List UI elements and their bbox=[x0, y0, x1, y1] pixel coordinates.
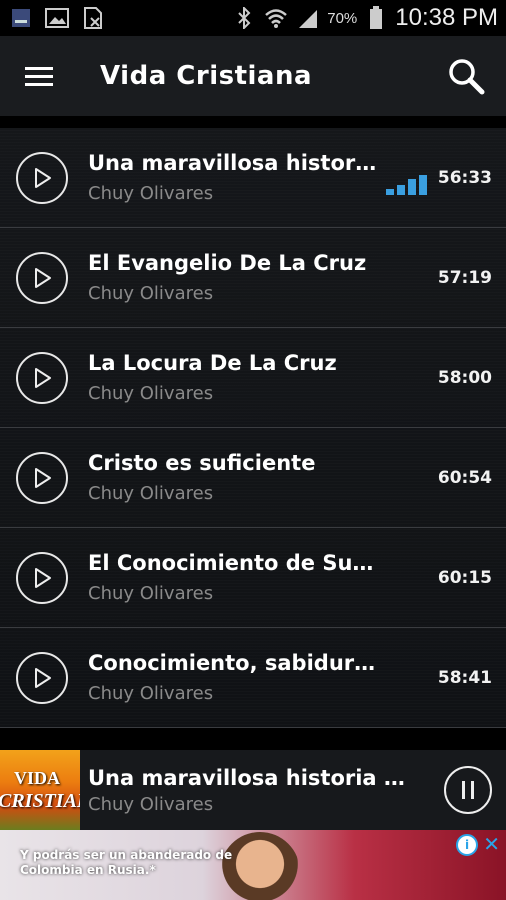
bluetooth-icon bbox=[231, 7, 257, 29]
album-art-subtitle: CRISTIANA bbox=[0, 790, 80, 812]
status-bar: 70% 10:38 PM bbox=[0, 0, 506, 36]
hamburger-menu-icon[interactable] bbox=[0, 36, 80, 116]
ad-text: Y podrás ser un abanderado de Colombia e… bbox=[20, 848, 233, 877]
ad-banner[interactable]: Y podrás ser un abanderado de Colombia e… bbox=[0, 830, 506, 900]
episode-row[interactable]: Conocimiento, sabiduria e… Chuy Olivares… bbox=[0, 628, 506, 728]
now-playing-equalizer-icon bbox=[386, 175, 427, 195]
episode-artist: Chuy Olivares bbox=[88, 583, 214, 604]
file-blocked-icon bbox=[80, 7, 106, 29]
episode-duration: 56:33 bbox=[437, 167, 492, 188]
episode-artist: Chuy Olivares bbox=[88, 483, 214, 504]
episode-title: Cristo es suficiente bbox=[88, 451, 316, 475]
episode-row[interactable]: Cristo es suficiente Chuy Olivares 60:54 bbox=[0, 428, 506, 528]
episode-title: El Evangelio De La Cruz bbox=[88, 251, 367, 275]
episode-list: Una maravillosa histor… Chuy Olivares 56… bbox=[0, 128, 506, 728]
album-art-title: VIDA bbox=[14, 768, 61, 788]
clock: 10:38 PM bbox=[395, 4, 498, 31]
episode-artist: Chuy Olivares bbox=[88, 183, 214, 204]
episode-title: Una maravillosa histor… bbox=[88, 151, 377, 175]
episode-row[interactable]: La Locura De La Cruz Chuy Olivares 58:00 bbox=[0, 328, 506, 428]
episode-duration: 58:41 bbox=[437, 667, 492, 688]
episode-title: La Locura De La Cruz bbox=[88, 351, 337, 375]
battery-icon bbox=[363, 6, 389, 29]
play-icon[interactable] bbox=[16, 251, 68, 304]
play-icon[interactable] bbox=[16, 451, 68, 504]
play-icon[interactable] bbox=[16, 151, 68, 204]
play-icon[interactable] bbox=[16, 551, 68, 604]
episode-duration: 58:00 bbox=[437, 367, 492, 388]
episode-title: Conocimiento, sabiduria e… bbox=[88, 651, 378, 675]
signal-icon bbox=[295, 7, 321, 29]
play-icon[interactable] bbox=[16, 351, 68, 404]
episode-artist: Chuy Olivares bbox=[88, 383, 214, 404]
now-playing-title: Una maravillosa historia de.. bbox=[88, 765, 418, 790]
search-icon[interactable] bbox=[426, 36, 506, 116]
app-bar: Vida Cristiana bbox=[0, 36, 506, 116]
episode-row[interactable]: El Conocimiento de Su… Chuy Olivares 60:… bbox=[0, 528, 506, 628]
episode-duration: 57:19 bbox=[437, 267, 492, 288]
episode-row[interactable]: El Evangelio De La Cruz Chuy Olivares 57… bbox=[0, 228, 506, 328]
episode-row[interactable]: Una maravillosa histor… Chuy Olivares 56… bbox=[0, 128, 506, 228]
mini-player[interactable]: VIDA CRISTIANA Una maravillosa historia … bbox=[0, 750, 506, 830]
episode-artist: Chuy Olivares bbox=[88, 683, 214, 704]
play-icon[interactable] bbox=[16, 651, 68, 704]
page-title: Vida Cristiana bbox=[100, 61, 313, 91]
battery-percentage: 70% bbox=[327, 9, 358, 27]
episode-duration: 60:54 bbox=[437, 467, 492, 488]
album-art: VIDA CRISTIANA bbox=[0, 750, 80, 830]
info-icon[interactable]: i bbox=[456, 834, 478, 856]
now-playing-artist: Chuy Olivares bbox=[88, 793, 214, 815]
wifi-icon bbox=[263, 7, 289, 29]
pause-icon[interactable] bbox=[444, 766, 492, 814]
episode-title: El Conocimiento de Su… bbox=[88, 551, 374, 575]
episode-duration: 60:15 bbox=[437, 567, 492, 588]
app-notification-icon bbox=[8, 7, 34, 29]
image-icon bbox=[44, 7, 70, 29]
episode-artist: Chuy Olivares bbox=[88, 283, 214, 304]
close-icon[interactable]: ✕ bbox=[483, 832, 500, 856]
